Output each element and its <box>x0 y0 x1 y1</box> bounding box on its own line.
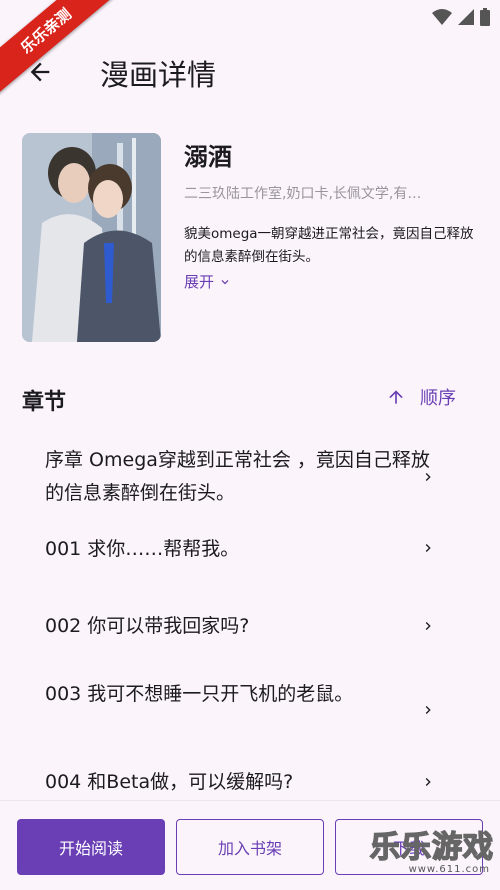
comic-detail: 溺酒 二三玖陆工作室,奶口卡,长佩文学,有… 貌美omega一朝穿越进正常社会，… <box>22 133 482 343</box>
chevron-right-icon <box>418 700 438 720</box>
chevron-right-icon <box>418 772 438 792</box>
start-reading-button[interactable]: 开始阅读 <box>17 819 165 875</box>
chevron-right-icon <box>418 538 438 558</box>
signal-icon <box>458 9 474 25</box>
comic-summary: 貌美omega一朝穿越进正常社会，竟因自己释放的信息素醉倒在街头。 <box>184 226 474 265</box>
arrow-up-icon <box>389 390 403 404</box>
battery-icon <box>480 8 490 26</box>
chapter-item-0[interactable]: 序章 Omega穿越到正常社会 ，竟因自己释放的信息素醉倒在街头。 <box>45 444 445 510</box>
chevron-right-icon <box>418 467 438 487</box>
chapter-item-3[interactable]: 003 我可不想睡一只开飞机的老鼠。 <box>45 678 445 711</box>
chapter-label: 004 和Beta做，可以缓解吗? <box>45 771 294 793</box>
watermark-url: www.611.com <box>408 864 490 875</box>
wifi-icon <box>432 9 452 25</box>
back-button[interactable] <box>22 54 58 90</box>
cover-illustration <box>22 133 161 342</box>
watermark-text: 乐乐游戏 <box>369 829 494 866</box>
chapters-title: 章节 <box>22 390 67 415</box>
add-to-shelf-button[interactable]: 加入书架 <box>176 819 324 875</box>
comic-cover-image[interactable] <box>22 133 161 342</box>
chapter-item-4[interactable]: 004 和Beta做，可以缓解吗? <box>45 766 445 799</box>
comic-title: 溺酒 <box>184 143 232 171</box>
expand-button[interactable]: 展开 <box>184 271 232 292</box>
chapter-label: 序章 Omega穿越到正常社会 ，竟因自己释放的信息素醉倒在街头。 <box>45 449 430 504</box>
sort-label: 顺序 <box>420 388 456 409</box>
chapter-item-1[interactable]: 001 求你……帮帮我。 <box>45 533 445 566</box>
chapters-header: 章节 顺序 <box>22 380 482 416</box>
chapter-item-2[interactable]: 002 你可以带我回家吗? <box>45 610 445 643</box>
chapter-label: 002 你可以带我回家吗? <box>45 615 250 637</box>
chevron-right-icon <box>418 616 438 636</box>
chapter-label: 003 我可不想睡一只开飞机的老鼠。 <box>45 683 354 705</box>
site-watermark: 乐乐游戏 www.611.com <box>358 822 498 886</box>
chevron-down-icon <box>221 279 229 284</box>
page-title: 漫画详情 <box>100 58 217 92</box>
arrow-left-icon <box>30 62 50 82</box>
app-bar: 漫画详情 <box>0 40 500 106</box>
comic-authors: 二三玖陆工作室,奶口卡,长佩文学,有… <box>184 186 422 202</box>
sort-order-button[interactable]: 顺序 <box>386 384 456 410</box>
chapter-label: 001 求你……帮帮我。 <box>45 538 240 560</box>
expand-label: 展开 <box>184 273 215 291</box>
